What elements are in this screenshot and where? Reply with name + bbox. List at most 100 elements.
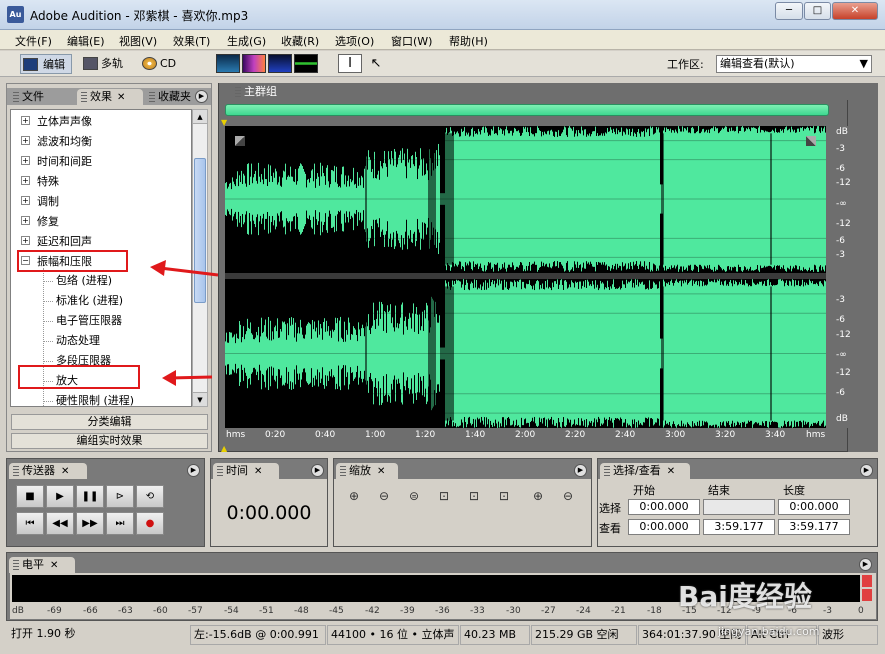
- expand-icon[interactable]: +: [21, 116, 30, 125]
- tree-effect-item[interactable]: 硬性限制 (进程): [44, 392, 134, 406]
- menu-file[interactable]: 文件(F): [15, 33, 52, 49]
- tree-category[interactable]: + 延迟和回声: [13, 232, 191, 250]
- zoom-right-edge-icon[interactable]: ⊡: [493, 489, 515, 507]
- menu-window[interactable]: 窗口(W): [391, 33, 432, 49]
- tree-category[interactable]: + 立体声声像: [13, 112, 191, 130]
- arrow-tool-icon[interactable]: ↖: [364, 54, 388, 73]
- expand-icon[interactable]: +: [21, 156, 30, 165]
- rewind-button[interactable]: ◀◀: [46, 512, 74, 535]
- close-icon[interactable]: ✕: [61, 466, 69, 477]
- multitrack-button[interactable]: 多轨: [81, 54, 131, 74]
- tree-effect-item[interactable]: 标准化 (进程): [44, 292, 123, 310]
- selection-length-field[interactable]: 0:00.000: [778, 499, 850, 515]
- level-scale-label: -54: [224, 606, 239, 616]
- panel-menu-icon[interactable]: ▶: [195, 90, 208, 103]
- loop-button[interactable]: ⟲: [136, 485, 164, 508]
- phase-view-icon[interactable]: [294, 54, 318, 73]
- zoom-out-vertical-icon[interactable]: ⊖: [557, 489, 579, 507]
- clip-indicator-right[interactable]: [862, 589, 872, 601]
- zoom-out-horizontal-icon[interactable]: ⊖: [373, 489, 395, 507]
- text-cursor-tool-icon[interactable]: I: [338, 54, 362, 73]
- zoom-menu-icon[interactable]: ▶: [574, 464, 587, 477]
- close-icon[interactable]: ✕: [117, 92, 125, 103]
- clip-indicator-left[interactable]: [862, 575, 872, 587]
- tab-zoom[interactable]: 缩放 ✕: [336, 463, 398, 479]
- transport-menu-icon[interactable]: ▶: [187, 464, 200, 477]
- waveform-view-icon[interactable]: [216, 54, 240, 73]
- waveform-display[interactable]: [225, 126, 826, 428]
- time-menu-icon[interactable]: ▶: [311, 464, 324, 477]
- tab-main-group[interactable]: 主群组: [231, 84, 301, 100]
- time-label: 1:20: [415, 430, 436, 440]
- group-edit-button[interactable]: 分类编辑: [11, 414, 208, 430]
- expand-icon[interactable]: +: [21, 176, 30, 185]
- cd-button[interactable]: CD: [140, 54, 182, 74]
- workspace-select[interactable]: 编辑查看(默认) ▼: [716, 55, 872, 73]
- expand-icon[interactable]: +: [21, 236, 30, 245]
- pan-view-icon[interactable]: [268, 54, 292, 73]
- close-icon[interactable]: ✕: [50, 560, 58, 571]
- tab-time[interactable]: 时间 ✕: [213, 463, 279, 479]
- playhead-marker-icon[interactable]: ▲: [221, 444, 227, 453]
- expand-icon[interactable]: +: [21, 216, 30, 225]
- record-button[interactable]: ●: [136, 512, 164, 535]
- selection-end-field[interactable]: [703, 499, 775, 515]
- close-button[interactable]: ✕: [832, 2, 878, 20]
- zoom-left-edge-icon[interactable]: ⊡: [463, 489, 485, 507]
- tab-favorites[interactable]: 收藏夹: [145, 89, 191, 105]
- tree-category[interactable]: + 时间和间距: [13, 152, 191, 170]
- tree-effect-item[interactable]: 动态处理: [44, 332, 100, 350]
- menu-view[interactable]: 视图(V): [119, 33, 157, 49]
- tree-category[interactable]: + 特殊: [13, 172, 191, 190]
- overview-bar[interactable]: [225, 104, 829, 116]
- levels-menu-icon[interactable]: ▶: [859, 558, 872, 571]
- tab-effects-label: 效果: [90, 90, 112, 103]
- fast-forward-button[interactable]: ▶▶: [76, 512, 104, 535]
- zoom-in-horizontal-icon[interactable]: ⊕: [343, 489, 365, 507]
- stop-button[interactable]: ■: [16, 485, 44, 508]
- go-to-end-button[interactable]: ⏭: [106, 512, 134, 535]
- fade-in-handle-icon[interactable]: [235, 136, 245, 146]
- tree-category[interactable]: + 滤波和均衡: [13, 132, 191, 150]
- menu-effects[interactable]: 效果(T): [173, 33, 210, 49]
- minimize-button[interactable]: ─: [775, 2, 803, 20]
- expand-icon[interactable]: +: [21, 196, 30, 205]
- fade-out-handle-icon[interactable]: [806, 136, 816, 146]
- play-button[interactable]: ▶: [46, 485, 74, 508]
- go-to-start-button[interactable]: ⏮: [16, 512, 44, 535]
- zoom-out-full-icon[interactable]: ⊜: [403, 489, 425, 507]
- zoom-selection-icon[interactable]: ⊡: [433, 489, 455, 507]
- tab-levels[interactable]: 电平 ✕: [9, 557, 75, 573]
- menu-options[interactable]: 选项(O): [335, 33, 374, 49]
- tab-effects[interactable]: 效果 ✕: [77, 89, 143, 105]
- close-icon[interactable]: ✕: [377, 466, 385, 477]
- close-icon[interactable]: ✕: [254, 466, 262, 477]
- tree-category[interactable]: + 调制: [13, 192, 191, 210]
- tab-transport[interactable]: 传送器 ✕: [9, 463, 87, 479]
- menu-help[interactable]: 帮助(H): [449, 33, 488, 49]
- pause-button[interactable]: ❚❚: [76, 485, 104, 508]
- tree-effect-item[interactable]: 电子管压限器: [44, 312, 122, 330]
- view-end-field[interactable]: 3:59.177: [703, 519, 775, 535]
- expand-icon[interactable]: +: [21, 136, 30, 145]
- selection-start-field[interactable]: 0:00.000: [628, 499, 700, 515]
- play-to-end-button[interactable]: ⊳: [106, 485, 134, 508]
- menu-edit[interactable]: 编辑(E): [67, 33, 105, 49]
- menu-favorites[interactable]: 收藏(R): [281, 33, 319, 49]
- spectral-view-icon[interactable]: [242, 54, 266, 73]
- tree-effect-item[interactable]: 包络 (进程): [44, 272, 112, 290]
- menu-generate[interactable]: 生成(G): [227, 33, 266, 49]
- realtime-group-button[interactable]: 编组实时效果: [11, 433, 208, 449]
- view-length-field[interactable]: 3:59.177: [778, 519, 850, 535]
- close-icon[interactable]: ✕: [667, 466, 675, 477]
- maximize-button[interactable]: □: [804, 2, 831, 20]
- tree-category[interactable]: + 修复: [13, 212, 191, 230]
- level-scale-label: dB: [12, 606, 24, 616]
- tab-selection[interactable]: 选择/查看 ✕: [600, 463, 690, 479]
- scroll-up-icon[interactable]: ▲: [193, 110, 207, 124]
- zoom-in-vertical-icon[interactable]: ⊕: [527, 489, 549, 507]
- view-start-field[interactable]: 0:00.000: [628, 519, 700, 535]
- selection-menu-icon[interactable]: ▶: [860, 464, 873, 477]
- edit-view-button[interactable]: 编辑: [20, 54, 72, 74]
- tab-files[interactable]: 文件: [9, 89, 75, 105]
